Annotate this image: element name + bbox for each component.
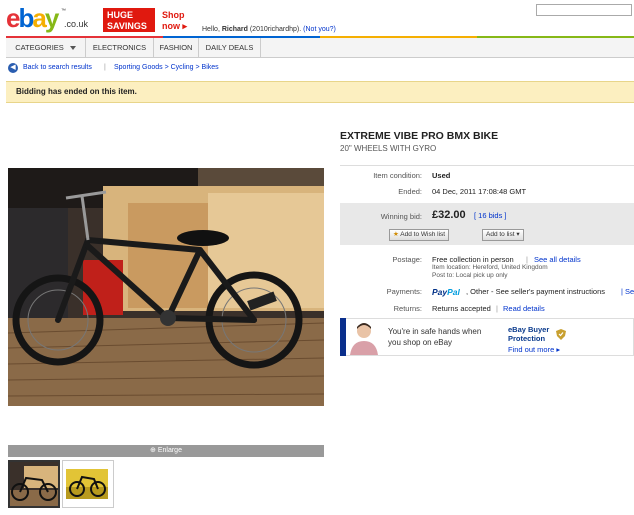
postage-label: Postage: bbox=[392, 255, 422, 264]
bidding-ended-banner: Bidding has ended on this item. bbox=[6, 81, 634, 103]
payment-instructions-link[interactable]: | Se bbox=[621, 287, 634, 296]
postage-separator: | bbox=[526, 255, 528, 264]
buyer-protection-heading: eBay Buyer Protection bbox=[508, 325, 549, 343]
chevron-down-icon bbox=[69, 46, 76, 51]
buyer-protection-promo bbox=[340, 318, 634, 356]
divider bbox=[340, 165, 634, 166]
item-subtitle: 20" WHEELS WITH GYRO bbox=[340, 144, 437, 153]
see-all-details-link[interactable]: See all details bbox=[534, 255, 581, 264]
item-location: Item location: Hereford, United Kingdom bbox=[432, 264, 548, 271]
nav-daily-deals[interactable]: DAILY DEALS bbox=[199, 38, 261, 57]
thumbnail-1[interactable] bbox=[8, 460, 60, 508]
promo-person-image bbox=[348, 321, 380, 355]
payments-other: , Other - See seller's payment instructi… bbox=[466, 287, 605, 296]
not-you-link[interactable]: (Not you?) bbox=[303, 26, 336, 33]
ended-value: 04 Dec, 2011 17:08:48 GMT bbox=[432, 187, 527, 196]
add-to-list-label: Add to list bbox=[486, 231, 515, 238]
enlarge-label: Enlarge bbox=[157, 447, 182, 454]
payments-label: Payments: bbox=[386, 287, 422, 296]
winning-bid-label: Winning bid: bbox=[380, 212, 422, 221]
ended-label: Ended: bbox=[398, 187, 422, 196]
user-greeting: Hello, Richard (2010richardhp). (Not you… bbox=[202, 26, 336, 33]
item-main-image[interactable] bbox=[8, 168, 324, 406]
condition-value: Used bbox=[432, 171, 451, 180]
breadcrumb-separator: | bbox=[104, 64, 106, 71]
back-arrow-icon[interactable]: ◀ bbox=[8, 63, 18, 73]
shop-now-line2: now ▸ bbox=[162, 21, 188, 31]
item-title: EXTREME VIBE PRO BMX BIKE bbox=[340, 130, 499, 142]
svg-text:ebay: ebay bbox=[6, 3, 60, 33]
shield-icon bbox=[556, 327, 566, 340]
promo-text: You're in safe hands when you shop on eB… bbox=[388, 326, 481, 348]
read-details-link[interactable]: Read details bbox=[503, 304, 545, 313]
add-to-wishlist-label: Add to Wish list bbox=[400, 231, 446, 238]
post-to: Post to: Local pick up only bbox=[432, 272, 508, 279]
huge-savings-line2: SAVINGS bbox=[107, 21, 147, 31]
returns-label: Returns: bbox=[393, 304, 422, 313]
postage-value: Free collection in person bbox=[432, 255, 514, 264]
greeting-prefix: Hello, bbox=[202, 26, 222, 33]
buyer-protection-line2: Protection bbox=[508, 334, 546, 343]
nav-fashion[interactable]: FASHION bbox=[154, 38, 199, 57]
user-handle: (2010richardhp). bbox=[247, 26, 302, 33]
nav-categories[interactable]: CATEGORIES bbox=[6, 38, 86, 57]
add-to-wishlist-button[interactable]: ★ Add to Wish list bbox=[389, 229, 450, 241]
zoom-icon: ⊕ bbox=[150, 447, 158, 454]
nav-bar: CATEGORIES ELECTRONICS FASHION DAILY DEA… bbox=[6, 38, 634, 58]
shop-now-line1: Shop bbox=[162, 10, 185, 20]
promo-line1: You're in safe hands when bbox=[388, 327, 482, 336]
user-name: Richard bbox=[221, 26, 248, 33]
back-to-search-link[interactable]: Back to search results bbox=[23, 64, 92, 71]
promo-accent-bar bbox=[340, 318, 346, 356]
nav-electronics[interactable]: ELECTRONICS bbox=[86, 38, 154, 57]
shop-now-link[interactable]: Shop now ▸ bbox=[162, 10, 187, 32]
condition-label: Item condition: bbox=[373, 171, 422, 180]
search-input[interactable] bbox=[536, 4, 632, 16]
svg-text:™: ™ bbox=[61, 8, 66, 14]
find-out-more-link[interactable]: Find out more ▸ bbox=[508, 345, 560, 354]
svg-text:.co.uk: .co.uk bbox=[64, 19, 89, 29]
enlarge-button[interactable]: ⊕ Enlarge bbox=[8, 445, 324, 457]
add-to-list-button[interactable]: Add to list ▾ bbox=[482, 229, 524, 241]
huge-savings-line1: HUGE bbox=[107, 10, 134, 20]
chevron-down-icon: ▾ bbox=[516, 231, 520, 238]
ebay-logo[interactable]: ebay .co.uk ™ bbox=[6, 3, 98, 35]
promo-line2: you shop on eBay bbox=[388, 338, 453, 347]
breadcrumb[interactable]: Sporting Goods > Cycling > Bikes bbox=[114, 64, 219, 71]
winning-bid-value: £32.00 bbox=[432, 209, 466, 221]
huge-savings-badge[interactable]: HUGE SAVINGS bbox=[103, 8, 155, 32]
nav-categories-label: CATEGORIES bbox=[15, 43, 64, 52]
thumbnail-2[interactable] bbox=[62, 460, 114, 508]
paypal-logo: PayPal bbox=[432, 287, 460, 297]
bid-history-link[interactable]: [ 16 bids ] bbox=[474, 211, 507, 220]
buyer-protection-line1: eBay Buyer bbox=[508, 325, 550, 334]
returns-separator: | bbox=[496, 304, 498, 313]
returns-value: Returns accepted bbox=[432, 304, 491, 313]
